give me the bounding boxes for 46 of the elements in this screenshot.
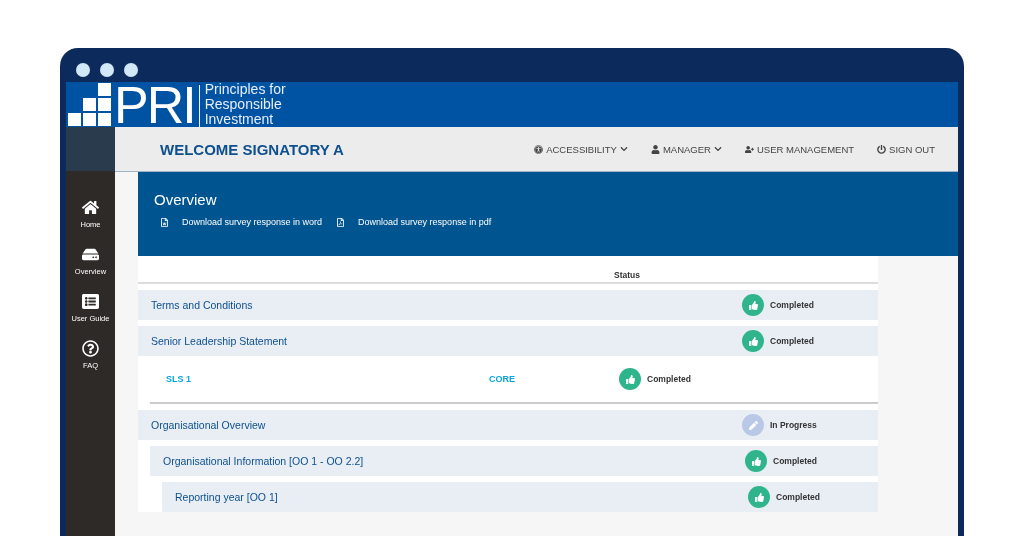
welcome-title: WELCOME SIGNATORY A <box>160 140 345 158</box>
section-row[interactable]: Organisational Overview In Progress <box>138 410 878 440</box>
section-title: Senior Leadership Statement <box>151 335 288 347</box>
status-text: In Progress <box>770 420 817 430</box>
menu-link[interactable]: MANAGER <box>650 143 722 155</box>
section-title: Reporting year [OO 1] <box>175 491 279 503</box>
status-text: Completed <box>647 374 691 384</box>
window-dot <box>100 63 114 77</box>
list-icon <box>82 293 99 310</box>
section-row[interactable]: Reporting year [OO 1] Completed <box>162 482 878 512</box>
section-title: Terms and Conditions <box>151 299 254 311</box>
window-dot <box>76 63 90 77</box>
status-text: Completed <box>770 336 814 346</box>
squares-logo-icon <box>68 83 112 127</box>
add-user-icon <box>744 144 754 154</box>
pdf-file-icon <box>336 217 346 227</box>
indicator-code: SLS 1 <box>166 374 192 384</box>
brand-name: Principles for <box>204 82 286 97</box>
user-icon <box>650 144 660 154</box>
menu-link[interactable]: SIGN OUT <box>877 143 935 155</box>
section-row[interactable]: Organisational Information [OO 1 - OO 2.2] Completed <box>150 446 878 476</box>
status-text: Completed <box>776 492 820 502</box>
panel-title: Overview <box>154 191 218 208</box>
sidebar-top <box>66 127 115 171</box>
indicator-tag: CORE <box>489 374 619 384</box>
home-icon <box>82 199 99 216</box>
menu-link[interactable]: USER MANAGEMENT <box>744 143 855 155</box>
power-icon <box>877 144 887 154</box>
status-text: Completed <box>770 300 814 310</box>
download-link[interactable]: Download survey response in word <box>160 217 323 227</box>
brand-name: Investment <box>204 112 274 127</box>
section-title: Organisational Information [OO 1 - OO 2.2] <box>163 455 365 467</box>
menu-link[interactable]: ACCESSIBILITY <box>534 143 628 155</box>
brand-name: Responsible <box>204 97 283 112</box>
indicator-row[interactable]: SLS 1 CORE Completed <box>150 356 878 404</box>
drive-icon <box>82 246 99 263</box>
window-dot <box>124 63 138 77</box>
section-row[interactable]: Senior Leadership Statement Completed <box>138 326 878 356</box>
section-title: Organisational Overview <box>151 419 267 431</box>
download-link[interactable]: Download survey response in pdf <box>336 217 492 227</box>
status-text: Completed <box>773 456 817 466</box>
accessibility-icon <box>534 144 544 154</box>
column-header: Status <box>614 270 640 282</box>
word-file-icon <box>160 217 169 227</box>
section-row[interactable]: Terms and Conditions Completed <box>138 290 878 320</box>
help-icon <box>82 340 99 357</box>
